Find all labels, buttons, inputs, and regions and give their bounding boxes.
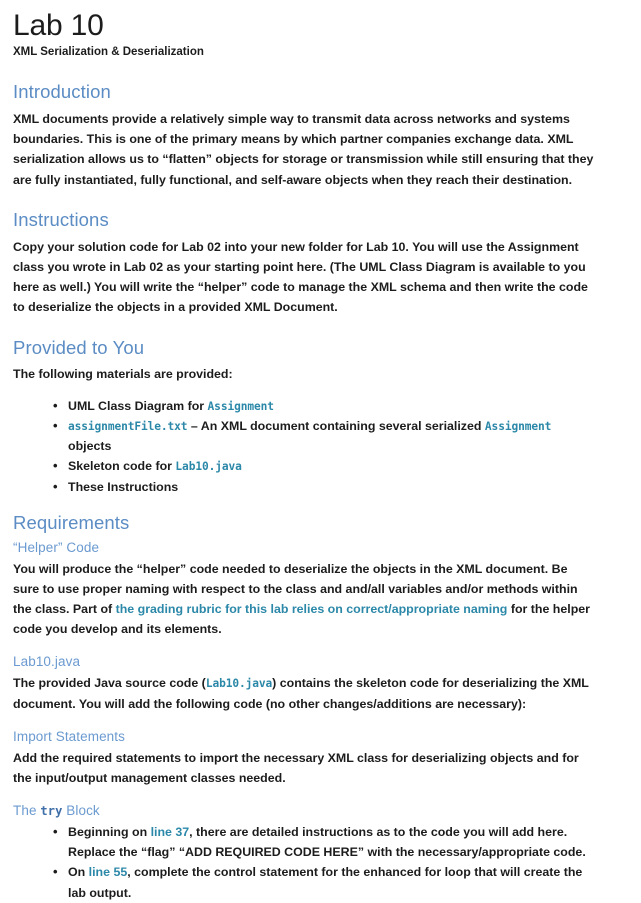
list-item: UML Class Diagram for Assignment xyxy=(53,395,597,416)
inline-link[interactable]: line 37 xyxy=(151,825,190,839)
inline-code: Assignment xyxy=(484,419,552,433)
subheading-helper-code: “Helper” Code xyxy=(13,539,100,555)
import-statements-paragraph: Add the required statements to import th… xyxy=(13,750,579,785)
document-page: Lab 10 XML Serialization & Deserializati… xyxy=(0,0,641,899)
list-item: On line 55, complete the control stateme… xyxy=(53,861,597,902)
lab10-java-paragraph: The provided Java source code (Lab10.jav… xyxy=(13,676,589,711)
try-block-list: Beginning on line 37, there are detailed… xyxy=(13,821,597,903)
instructions-paragraph: Copy your solution code for Lab 02 into … xyxy=(13,239,588,315)
list-item: Skeleton code for Lab10.java xyxy=(53,455,597,476)
subheading-try-block: The try Block xyxy=(13,803,100,819)
provided-materials-list: UML Class Diagram for Assignmentassignme… xyxy=(13,395,597,497)
section-heading-provided-to-you: Provided to You xyxy=(13,336,145,358)
inline-code: Lab10.java xyxy=(205,677,273,691)
list-item: These Instructions xyxy=(53,476,597,497)
inline-link[interactable]: line 55 xyxy=(89,865,128,879)
subheading-import-statements: Import Statements xyxy=(13,728,125,744)
section-heading-introduction: Introduction xyxy=(13,81,111,103)
document-title: Lab 10 xyxy=(13,9,104,42)
list-item: Beginning on line 37, there are detailed… xyxy=(53,821,597,862)
document-subtitle: XML Serialization & Deserialization xyxy=(13,46,204,59)
provided-intro-text: The following materials are provided: xyxy=(13,367,233,382)
inline-code-try: try xyxy=(40,804,63,819)
introduction-paragraph: XML documents provide a relatively simpl… xyxy=(13,112,594,187)
inline-code: Assignment xyxy=(207,399,274,413)
inline-code: assignmentFile.txt xyxy=(68,419,188,433)
inline-link[interactable]: the grading rubric for this lab relies o… xyxy=(116,602,508,616)
section-heading-requirements: Requirements xyxy=(13,511,130,533)
inline-code: Lab10.java xyxy=(175,460,242,474)
subheading-lab10-java: Lab10.java xyxy=(13,654,81,670)
helper-code-paragraph: You will produce the “helper” code neede… xyxy=(13,561,590,637)
list-item: assignmentFile.txt – An XML document con… xyxy=(53,415,597,456)
section-heading-instructions: Instructions xyxy=(13,208,109,230)
